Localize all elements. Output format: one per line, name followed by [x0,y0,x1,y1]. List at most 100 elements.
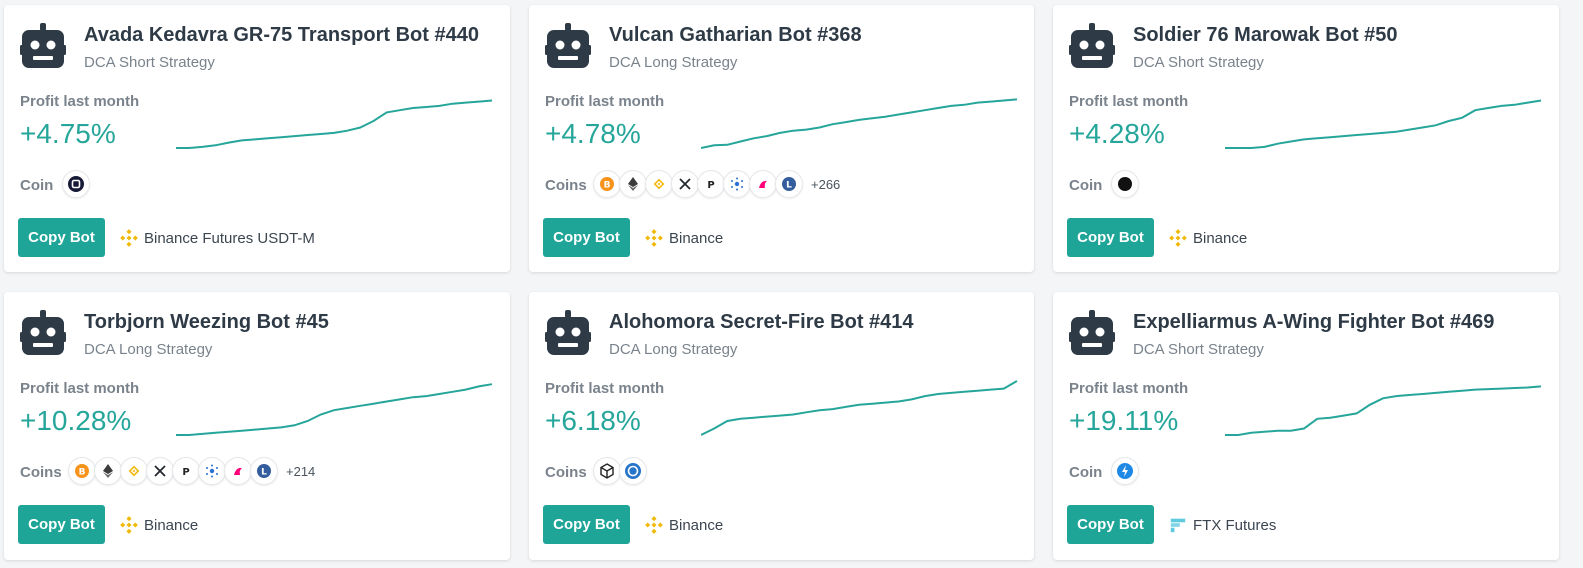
profit-label: Profit last month [20,380,140,397]
bot-strategy: DCA Short Strategy [1133,341,1264,358]
uniswap-icon[interactable] [749,170,777,198]
svg-text:P: P [182,467,189,478]
wave-coin-icon[interactable] [62,170,90,198]
copy-bot-button[interactable]: Copy Bot [1067,218,1154,257]
bot-card[interactable]: Vulcan Gatharian Bot #368 DCA Long Strat… [529,5,1034,272]
more-coins-count[interactable]: +266 [811,177,840,192]
robot-icon [20,310,66,356]
exchange: Binance [645,227,723,249]
copy-bot-button[interactable]: Copy Bot [543,218,630,257]
ethereum-icon[interactable] [619,170,647,198]
sparkline-path [701,380,1018,436]
bot-strategy: DCA Long Strategy [609,341,738,358]
coin-list [62,169,90,199]
bot-strategy: DCA Short Strategy [84,54,215,71]
exchange: Binance [120,514,198,536]
ethereum-icon[interactable] [94,457,122,485]
bot-title[interactable]: Soldier 76 Marowak Bot #50 [1133,24,1398,47]
coin-list [593,456,647,486]
cardano-icon[interactable] [723,170,751,198]
bot-title[interactable]: Vulcan Gatharian Bot #368 [609,24,862,47]
robot-icon [20,23,66,69]
profit-value: +4.75% [20,118,116,149]
profit-value: +6.18% [545,405,641,436]
svg-text:B: B [604,181,611,191]
exchange: Binance [645,514,723,536]
profit-sparkline [176,99,493,149]
ftx-icon [1169,516,1187,534]
robot-icon [1069,23,1115,69]
bot-title[interactable]: Avada Kedavra GR-75 Transport Bot #440 [84,24,479,47]
binance-icon [1169,229,1187,247]
bolt-coin-icon[interactable] [1111,457,1139,485]
robot-icon [1069,310,1115,356]
robot-icon [545,310,591,356]
polkadot-icon[interactable]: P [697,170,725,198]
coins-label: Coin [1069,464,1103,481]
copy-bot-button[interactable]: Copy Bot [543,505,630,544]
binance-icon [120,516,138,534]
profit-label: Profit last month [20,93,140,110]
profit-label: Profit last month [545,380,665,397]
copy-bot-button[interactable]: Copy Bot [1067,505,1154,544]
bot-card[interactable]: Alohomora Secret-Fire Bot #414 DCA Long … [529,292,1034,560]
exchange-name: Binance [669,229,724,247]
bot-card[interactable]: Expelliarmus A-Wing Fighter Bot #469 DCA… [1053,292,1559,560]
profit-value: +4.28% [1069,118,1165,149]
bot-strategy: DCA Long Strategy [84,341,213,358]
coin-list: B P L +266 [593,169,840,199]
profit-sparkline [176,383,493,436]
litecoin-icon[interactable]: L [775,170,803,198]
exchange: FTX Futures [1169,514,1276,536]
coins-label: Coins [545,177,587,194]
exchange: Binance [1169,227,1247,249]
profit-label: Profit last month [1069,380,1189,397]
more-coins-count[interactable]: +214 [286,464,315,479]
bot-strategy: DCA Short Strategy [1133,54,1264,71]
coins-label: Coin [1069,177,1103,194]
circle-coin-icon[interactable] [619,457,647,485]
bnb-icon[interactable] [645,170,673,198]
sparkline-path [1225,99,1542,149]
svg-text:L: L [261,468,267,478]
litecoin-icon[interactable]: L [250,457,278,485]
exchange-name: Binance Futures USDT-M [144,229,315,247]
polkadot-icon[interactable]: P [172,457,200,485]
exchange-name: Binance [1193,229,1248,247]
bot-title[interactable]: Expelliarmus A-Wing Fighter Bot #469 [1133,311,1494,334]
cardano-icon[interactable] [198,457,226,485]
uniswap-icon[interactable] [224,457,252,485]
xrp-icon[interactable] [671,170,699,198]
binance-icon [645,229,663,247]
profit-label: Profit last month [545,93,665,110]
xrp-icon[interactable] [146,457,174,485]
sparkline-path [1225,385,1542,436]
binance-icon [645,516,663,534]
copy-bot-button[interactable]: Copy Bot [18,218,105,257]
svg-text:P: P [707,180,714,191]
cube-coin-icon[interactable] [593,457,621,485]
profit-value: +19.11% [1069,405,1179,436]
bitcoin-icon[interactable]: B [68,457,96,485]
bot-card[interactable]: Avada Kedavra GR-75 Transport Bot #440 D… [4,5,510,272]
coins-label: Coins [20,464,62,481]
dark-coin-icon[interactable] [1111,170,1139,198]
coin-list [1111,456,1139,486]
svg-text:L: L [786,181,792,191]
bot-card[interactable]: Torbjorn Weezing Bot #45 DCA Long Strate… [4,292,510,560]
sparkline-path [701,98,1018,149]
bitcoin-icon[interactable]: B [593,170,621,198]
bot-title[interactable]: Torbjorn Weezing Bot #45 [84,311,329,334]
exchange-name: Binance [669,516,724,534]
coin-list [1111,169,1139,199]
copy-bot-button[interactable]: Copy Bot [18,505,105,544]
bot-card[interactable]: Soldier 76 Marowak Bot #50 DCA Short Str… [1053,5,1559,272]
exchange-name: Binance [144,516,199,534]
bot-title[interactable]: Alohomora Secret-Fire Bot #414 [609,311,914,334]
bnb-icon[interactable] [120,457,148,485]
binance-icon [120,229,138,247]
profit-sparkline [1225,385,1542,436]
profit-value: +10.28% [20,405,132,436]
sparkline-path [176,383,493,436]
bot-strategy: DCA Long Strategy [609,54,738,71]
